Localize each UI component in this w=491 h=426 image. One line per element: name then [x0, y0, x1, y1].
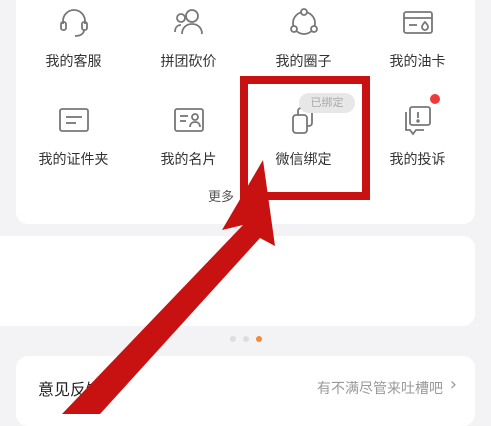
annotation-arrow: [62, 160, 275, 414]
